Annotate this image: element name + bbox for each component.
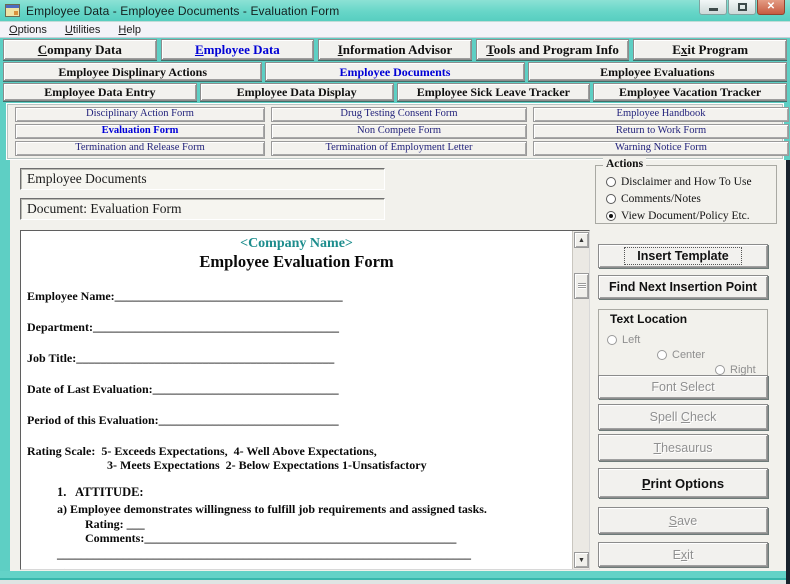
window-title: Employee Data - Employee Documents - Eva… <box>26 4 339 18</box>
radio-textloc-center-label: Center <box>672 349 705 361</box>
tab-employee-data[interactable]: Employee Data <box>161 39 315 60</box>
radio-disclaimer-and-how-to-use[interactable]: Disclaimer and How To Use <box>606 174 776 190</box>
maximize-icon <box>738 3 747 11</box>
document-line-scale2: 3- Meets Expectations 2- Below Expectati… <box>27 458 566 472</box>
print-options-button[interactable]: Print Options <box>598 468 768 498</box>
document-line-field: Department:_____________________________… <box>27 320 566 334</box>
thesaurus-button[interactable]: Thesaurus <box>598 434 768 461</box>
window-controls: ✕ <box>699 0 785 15</box>
radio-view-document-policy[interactable]: View Document/Policy Etc. <box>606 208 776 224</box>
document-line-num: 1. ATTITUDE: <box>27 485 566 499</box>
radio-textloc-left[interactable]: Left <box>607 332 640 348</box>
scrollbar-up-button[interactable]: ▲ <box>574 232 589 248</box>
tab-exit-program[interactable]: Exit Program <box>633 39 787 60</box>
doc-button-evaluation-form[interactable]: Evaluation Form <box>15 124 265 139</box>
nav-row-main: Company DataEmployee DataInformation Adv… <box>3 39 787 60</box>
app-window: Employee Data - Employee Documents - Eva… <box>0 0 790 584</box>
actions-group: Actions Disclaimer and How To UseComment… <box>595 165 777 224</box>
tab-information-advisor[interactable]: Information Advisor <box>318 39 472 60</box>
tab-company-data[interactable]: Company Data <box>3 39 157 60</box>
document-line-sub: Comments:_______________________________… <box>27 531 566 545</box>
radio-comments-notes-icon <box>606 194 616 204</box>
minimize-icon <box>709 8 718 11</box>
tab-employee-vacation-tracker[interactable]: Employee Vacation Tracker <box>593 83 787 101</box>
document-viewer[interactable]: <Company Name>Employee Evaluation Form Em… <box>20 230 590 570</box>
document-line-title: Employee Evaluation Form <box>27 252 566 272</box>
tab-employee-data-display[interactable]: Employee Data Display <box>200 83 394 101</box>
bottom-teal-strip <box>0 571 786 580</box>
bottom-window-edge <box>0 580 786 584</box>
maximize-button[interactable] <box>728 0 756 15</box>
tab-employee-data-entry[interactable]: Employee Data Entry <box>3 83 197 101</box>
doc-button-employee-handbook[interactable]: Employee Handbook <box>533 107 789 122</box>
font-select-button[interactable]: Font Select <box>598 375 768 399</box>
close-button[interactable]: ✕ <box>757 0 785 15</box>
menu-help[interactable]: Help <box>109 24 150 36</box>
scrollbar-thumb[interactable] <box>574 273 589 299</box>
doc-button-return-to-work-form[interactable]: Return to Work Form <box>533 124 789 139</box>
insert-template-focus-ring: Insert Template <box>624 247 741 265</box>
main-panel: Employee Documents Document: Evaluation … <box>10 160 786 571</box>
doc-button-drug-testing-consent-form[interactable]: Drug Testing Consent Form <box>271 107 527 122</box>
document-line-cont: ________________________________________… <box>27 547 566 561</box>
radio-comments-notes[interactable]: Comments/Notes <box>606 191 776 207</box>
scrollbar-down-button[interactable]: ▼ <box>574 552 589 568</box>
document-line-field: Date of Last Evaluation:________________… <box>27 382 566 396</box>
menu-utilities[interactable]: Utilities <box>56 24 109 36</box>
document-line-sub: Rating: ___ <box>27 517 566 531</box>
doc-button-non-compete-form[interactable]: Non Compete Form <box>271 124 527 139</box>
actions-group-label: Actions <box>603 158 646 170</box>
radio-textloc-left-icon <box>607 335 617 345</box>
doc-button-disciplinary-action-form[interactable]: Disciplinary Action Form <box>15 107 265 122</box>
document-line-field: Period of this Evaluation:______________… <box>27 413 566 427</box>
minimize-button[interactable] <box>699 0 727 15</box>
save-button[interactable]: Save <box>598 507 768 534</box>
spell-check-button[interactable]: Spell Check <box>598 404 768 430</box>
document-line-field: Job Title:______________________________… <box>27 351 566 365</box>
radio-comments-notes-label: Comments/Notes <box>621 193 701 205</box>
right-window-edge <box>786 160 790 584</box>
insert-template-button[interactable]: Insert Template <box>598 244 768 268</box>
radio-textloc-center[interactable]: Center <box>657 347 705 363</box>
nav-row-employee-tools: Employee Data EntryEmployee Data Display… <box>3 83 787 101</box>
menu-bar: OptionsUtilitiesHelp <box>0 22 790 38</box>
document-buttons-band: Disciplinary Action Form Drug Testing Con… <box>6 103 784 160</box>
tab-tools-and-program-info[interactable]: Tools and Program Info <box>476 39 630 60</box>
find-next-insertion-point-button[interactable]: Find Next Insertion Point <box>598 275 768 299</box>
category-field[interactable]: Employee Documents <box>20 168 385 190</box>
document-line-field: Employee Name:__________________________… <box>27 289 566 303</box>
document-line-item: a) Employee demonstrates willingness to … <box>27 502 566 516</box>
radio-textloc-left-label: Left <box>622 334 640 346</box>
text-location-group-label: Text Location <box>607 312 690 326</box>
document-field[interactable]: Document: Evaluation Form <box>20 198 385 220</box>
title-bar: Employee Data - Employee Documents - Eva… <box>0 0 790 22</box>
radio-textloc-right-icon <box>715 365 725 375</box>
scrollbar-track[interactable]: ▲ ▼ <box>572 231 589 569</box>
app-icon <box>5 4 20 17</box>
tab-employee-documents[interactable]: Employee Documents <box>265 62 524 81</box>
doc-button-warning-notice-form[interactable]: Warning Notice Form <box>533 141 789 156</box>
radio-disclaimer-and-how-to-use-icon <box>606 177 616 187</box>
actions-radio-list: Disclaimer and How To Use Comments/Notes V… <box>596 174 776 224</box>
radio-textloc-center-icon <box>657 350 667 360</box>
document-line-scale: Rating Scale: 5- Exceeds Expectations, 4… <box>27 444 566 458</box>
close-icon: ✕ <box>767 2 775 12</box>
nav-row-employee-sections: Employee Displinary ActionsEmployee Docu… <box>3 62 787 81</box>
document-line-item: b) Employee takes corrective action in r… <box>27 566 566 569</box>
radio-view-document-policy-icon <box>606 211 616 221</box>
tab-employee-sick-leave-tracker[interactable]: Employee Sick Leave Tracker <box>397 83 591 101</box>
radio-view-document-policy-label: View Document/Policy Etc. <box>621 210 750 222</box>
radio-disclaimer-and-how-to-use-label: Disclaimer and How To Use <box>621 176 752 188</box>
doc-button-termination-and-release-form[interactable]: Termination and Release Form <box>15 141 265 156</box>
document-content: <Company Name>Employee Evaluation Form Em… <box>21 231 572 569</box>
doc-button-termination-of-employment-letter[interactable]: Termination of Employment Letter <box>271 141 527 156</box>
document-line-company: <Company Name> <box>27 235 566 252</box>
tab-employee-displinary-actions[interactable]: Employee Displinary Actions <box>3 62 262 81</box>
menu-options[interactable]: Options <box>0 24 56 36</box>
tab-employee-evaluations[interactable]: Employee Evaluations <box>528 62 787 81</box>
text-location-group: Text Location LeftCenterRight <box>598 309 768 377</box>
exit-button[interactable]: Exit <box>598 542 768 567</box>
